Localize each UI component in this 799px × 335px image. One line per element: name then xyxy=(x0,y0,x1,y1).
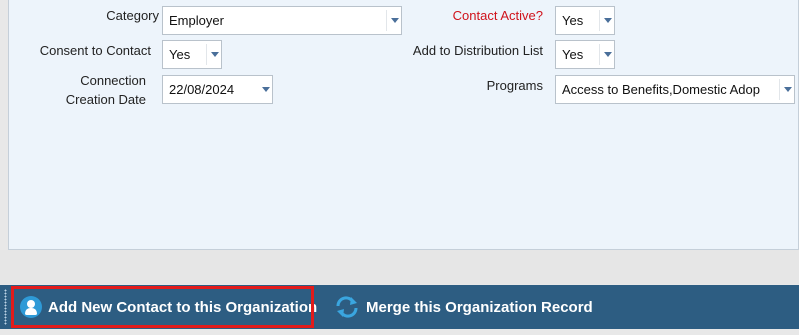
merge-record-label: Merge this Organization Record xyxy=(366,298,593,316)
contact-active-value: Yes xyxy=(562,13,584,28)
category-select[interactable]: Employer xyxy=(162,6,402,35)
connection-date-label: Connection Creation Date xyxy=(29,71,146,109)
chevron-down-icon[interactable] xyxy=(600,41,614,68)
programs-label: Programs xyxy=(486,78,543,93)
contact-active-label: Contact Active? xyxy=(452,8,543,23)
add-contact-button[interactable]: Add New Contact to this Organization xyxy=(11,286,317,328)
connection-date-value: 22/08/2024 xyxy=(169,82,235,97)
distribution-select[interactable]: Yes xyxy=(555,40,615,69)
chevron-down-icon[interactable] xyxy=(600,7,614,34)
action-bar: Add New Contact to this Organization Mer… xyxy=(0,285,799,329)
chevron-down-icon[interactable] xyxy=(207,41,221,68)
programs-value: Access to Benefits,Domestic Adop xyxy=(562,82,760,97)
chevron-down-icon[interactable] xyxy=(780,76,794,103)
distribution-value: Yes xyxy=(562,47,584,62)
consent-value: Yes xyxy=(169,47,191,62)
connection-date-label-line1: Connection xyxy=(80,73,146,88)
programs-select[interactable]: Access to Benefits,Domestic Adop xyxy=(555,75,795,104)
contact-active-select[interactable]: Yes xyxy=(555,6,615,35)
merge-record-button[interactable]: Merge this Organization Record xyxy=(334,289,593,325)
merge-arrows-icon xyxy=(336,296,358,318)
chevron-down-icon[interactable] xyxy=(258,76,272,103)
connection-date-field[interactable]: 22/08/2024 xyxy=(162,75,273,104)
drag-handle[interactable] xyxy=(4,289,7,325)
user-circle-icon xyxy=(20,296,42,318)
connection-date-label-line2: Creation Date xyxy=(65,92,146,107)
add-contact-label: Add New Contact to this Organization xyxy=(48,298,318,316)
chevron-down-icon[interactable] xyxy=(387,7,401,34)
distribution-label: Add to Distribution List xyxy=(412,43,543,58)
spacer-strip xyxy=(0,250,799,284)
organization-form-panel: Category Employer Consent to Contact Yes… xyxy=(8,0,799,250)
bottom-strip xyxy=(0,329,799,335)
consent-label: Consent to Contact xyxy=(39,43,151,58)
category-value: Employer xyxy=(169,13,224,28)
consent-select[interactable]: Yes xyxy=(162,40,222,69)
category-label: Category xyxy=(106,8,159,23)
